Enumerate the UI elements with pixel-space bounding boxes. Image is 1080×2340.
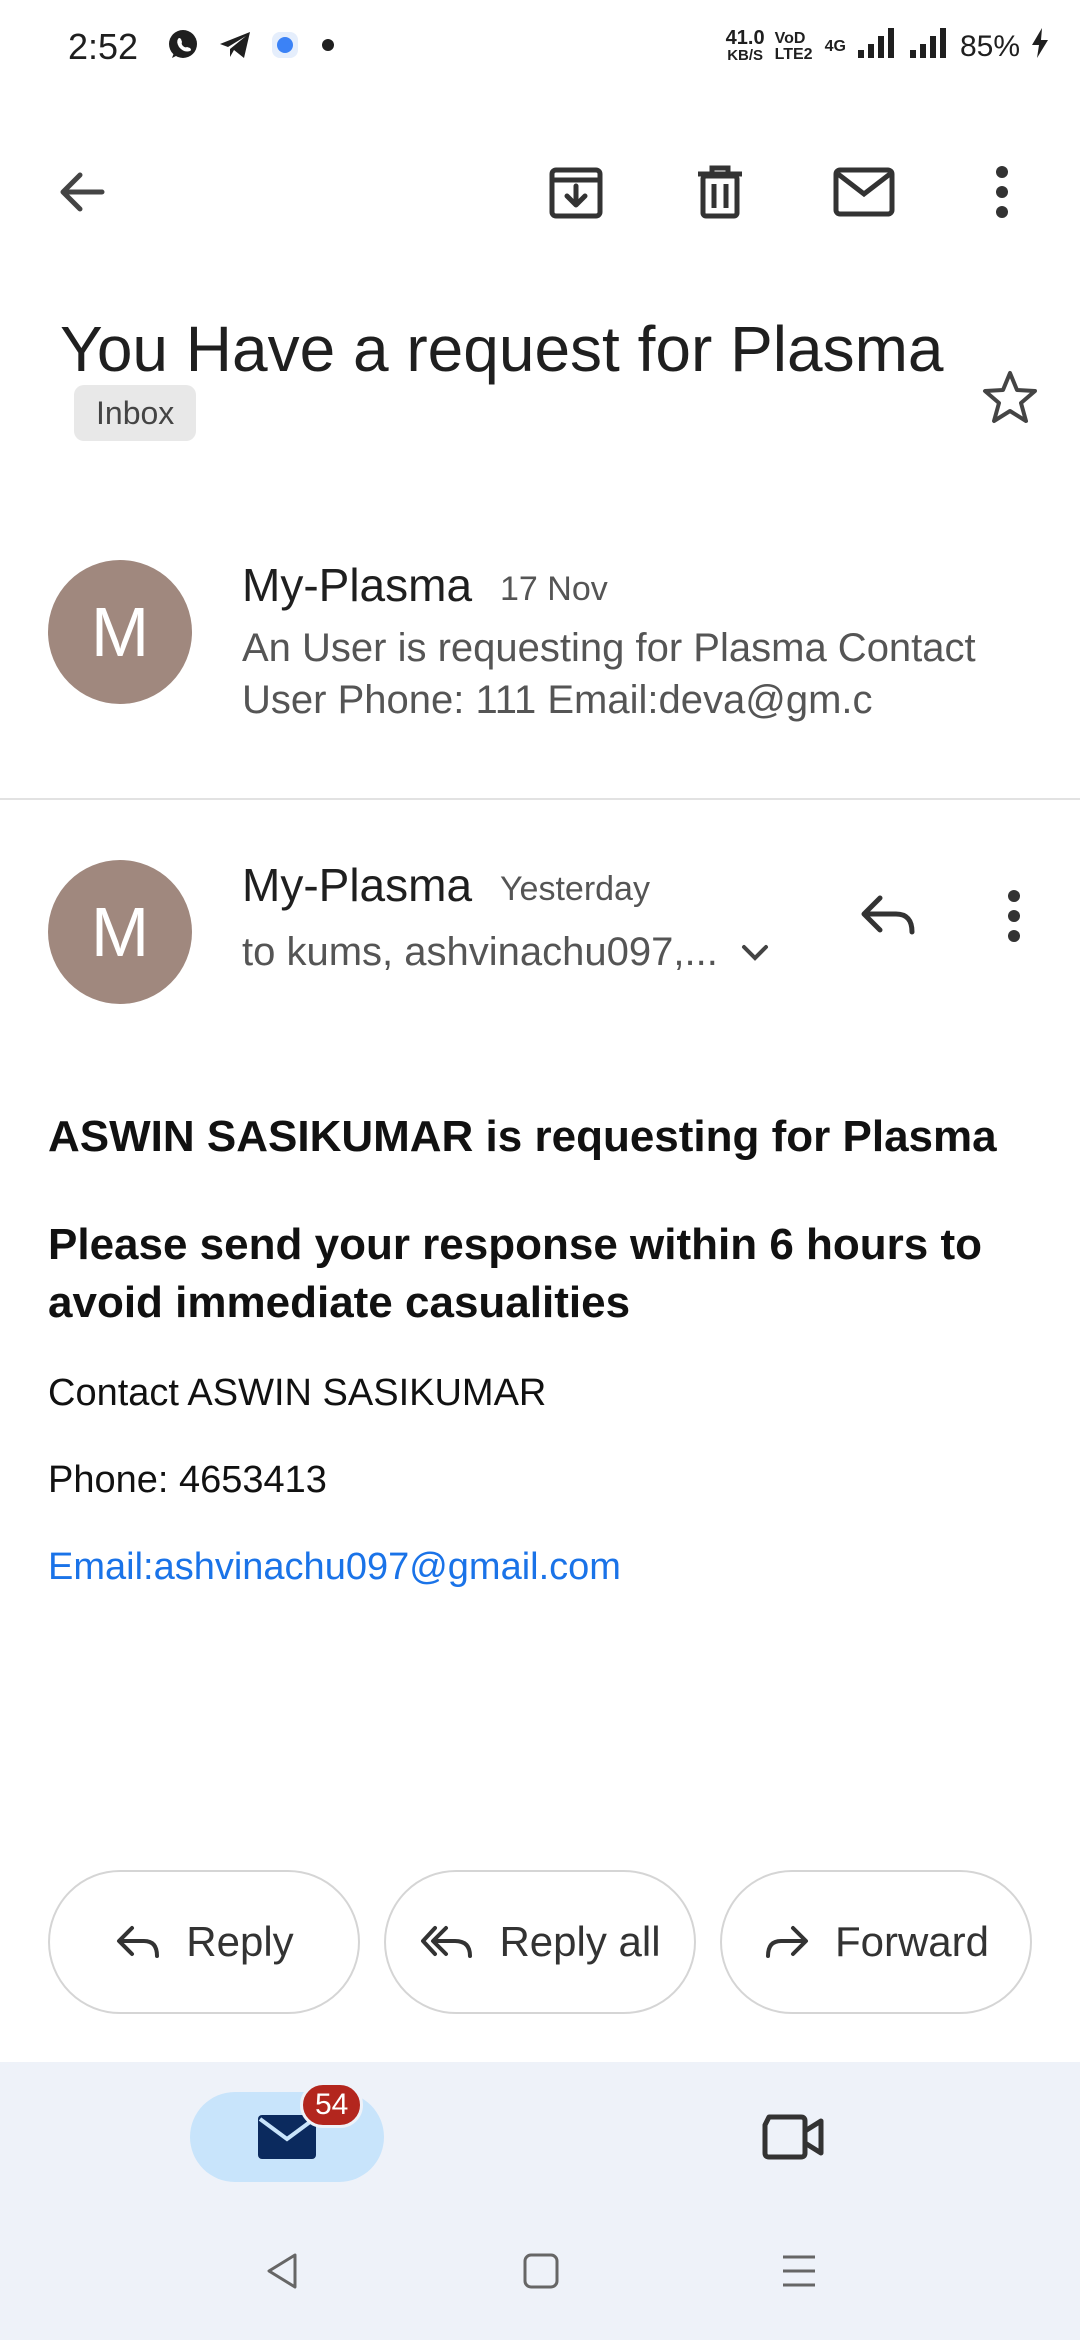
archive-button[interactable]	[524, 140, 628, 244]
telegram-icon	[218, 30, 252, 60]
mark-unread-icon	[833, 167, 895, 217]
signal-icon	[856, 26, 898, 67]
reply-all-label: Reply all	[499, 1918, 661, 1965]
delete-icon	[698, 165, 742, 219]
network-type: 4G	[824, 37, 846, 55]
divider	[0, 798, 1080, 800]
reply-button[interactable]: Reply	[48, 1870, 360, 2014]
status-bar: 2:52 41.0 KB/S VoD LTE2 4G 85%	[0, 0, 1080, 96]
meet-tab[interactable]	[748, 2102, 838, 2172]
more-vert-icon	[996, 166, 1008, 218]
archive-icon	[549, 167, 603, 219]
inbox-label[interactable]: Inbox	[74, 385, 197, 441]
status-time: 2:52	[68, 26, 139, 67]
net-speed-unit: KB/S	[727, 46, 764, 64]
network-label: VoD LTE2	[774, 29, 813, 63]
body-subheading: Please send your response within 6 hours…	[48, 1220, 983, 1327]
signal-icon-2	[908, 26, 950, 67]
recipients-text: to kums, ashvinachu097,...	[242, 930, 718, 974]
back-arrow-icon	[60, 172, 105, 212]
forward-icon	[765, 1926, 808, 1958]
message-snippet-line2: User Phone: 111 Email:deva@gm.c	[242, 678, 873, 722]
battery-charging-icon	[1030, 26, 1050, 67]
sender-name: My-Plasma	[242, 859, 473, 911]
avatar: M	[48, 860, 192, 1004]
system-navigation	[0, 2200, 1080, 2340]
system-back-button[interactable]	[248, 2236, 318, 2306]
video-icon	[762, 2114, 824, 2160]
message-snippet-line1: An User is requesting for Plasma Contact	[242, 626, 976, 670]
forward-button[interactable]: Forward	[720, 1870, 1032, 2014]
top-toolbar	[0, 140, 1080, 244]
subject-area: You Have a request for PlasmaInbox	[60, 305, 960, 449]
email-subject: You Have a request for Plasma	[60, 313, 944, 385]
reply-icon-button[interactable]	[848, 876, 928, 956]
avatar: M	[48, 560, 192, 704]
message-more-button[interactable]	[974, 876, 1054, 956]
delete-button[interactable]	[668, 140, 772, 244]
message-date: 17 Nov	[500, 570, 608, 608]
reply-icon	[117, 1926, 160, 1958]
more-vert-icon	[1008, 890, 1020, 942]
unread-count-badge: 54	[300, 2082, 364, 2128]
star-button[interactable]	[970, 358, 1050, 438]
system-home-button[interactable]	[506, 2236, 576, 2306]
dot-icon	[318, 35, 338, 55]
reply-label: Reply	[186, 1918, 294, 1965]
body-email-link[interactable]: Email:ashvinachu097@gmail.com	[48, 1546, 621, 1589]
chevron-down-icon	[741, 944, 768, 961]
reply-all-button[interactable]: Reply all	[384, 1870, 696, 2014]
reply-actions: Reply Reply all Forward	[48, 1870, 1032, 2014]
more-options-button[interactable]	[950, 140, 1054, 244]
mark-unread-button[interactable]	[812, 140, 916, 244]
reply-all-icon	[421, 1926, 473, 1958]
sender-name: My-Plasma	[242, 559, 473, 611]
whatsapp-icon	[166, 28, 200, 62]
menu-recents-icon	[783, 2255, 815, 2287]
app-icon	[270, 30, 300, 60]
star-icon	[983, 371, 1037, 423]
body-contact: Contact ASWIN SASIKUMAR	[48, 1372, 547, 1414]
notification-icons	[166, 28, 338, 62]
body-phone: Phone: 4653413	[48, 1459, 327, 1501]
net-speed: 41.0 KB/S	[725, 26, 765, 65]
recipients-toggle[interactable]: to kums, ashvinachu097,...	[242, 930, 770, 975]
triangle-back-icon	[267, 2253, 297, 2289]
system-recents-button[interactable]	[764, 2236, 834, 2306]
back-button[interactable]	[30, 140, 134, 244]
reply-icon	[861, 895, 915, 935]
square-home-icon	[523, 2253, 559, 2289]
net-speed-value: 41.0	[725, 26, 765, 49]
forward-label: Forward	[834, 1918, 990, 1965]
battery-percent: 85%	[959, 29, 1020, 63]
status-indicators: 41.0 KB/S VoD LTE2 4G 85%	[726, 26, 1050, 67]
body-heading: ASWIN SASIKUMAR is requesting for Plasma	[48, 1112, 997, 1161]
message-date: Yesterday	[500, 870, 650, 908]
